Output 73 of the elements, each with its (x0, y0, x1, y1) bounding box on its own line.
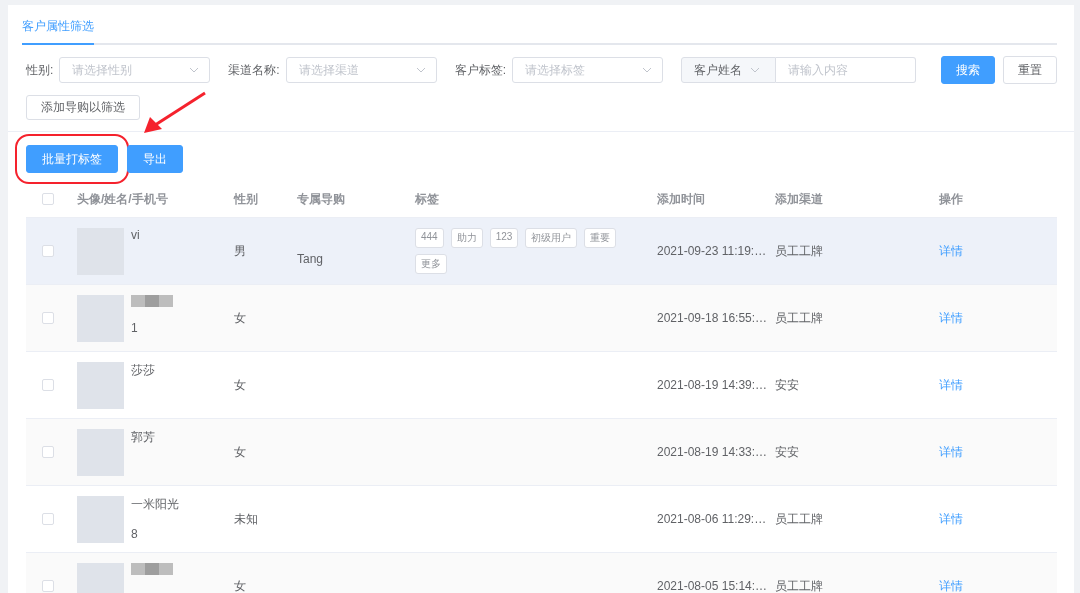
column-header: 操作 (939, 190, 964, 208)
row-checkbox[interactable] (42, 312, 54, 324)
customer-name: 一米阳光 (131, 495, 179, 513)
gender-cell-text: 女 (234, 309, 247, 327)
gender-cell-text: 未知 (234, 510, 259, 528)
avatar-photo-placeholder (77, 495, 124, 543)
field-select[interactable]: 客户姓名 (681, 57, 777, 83)
filter-tab[interactable]: 客户属性筛选 (22, 18, 94, 45)
column-header: 头像/姓名/手机号 (77, 190, 169, 208)
select-all-checkbox[interactable] (42, 193, 54, 205)
search-button[interactable]: 搜索 (941, 56, 995, 84)
customer-tag: 123 (489, 228, 519, 248)
gender-cell-text: 女 (234, 443, 247, 461)
avatar-photo-placeholder (77, 361, 124, 409)
search-input[interactable]: 请输入内容 (776, 57, 917, 83)
row-checkbox[interactable] (42, 513, 54, 525)
select-field[interactable]: 请选择标签 (512, 57, 664, 83)
chevron-down-icon (189, 67, 200, 73)
add-time-cell-text: 2021-08-05 15:14:… (657, 579, 769, 593)
details-link[interactable]: 详情 (939, 310, 963, 325)
customer-tag: 初级用户 (525, 228, 578, 248)
chevron-down-icon (750, 67, 761, 73)
chevron-down-icon (415, 67, 426, 73)
customer-name: 郭芳 (131, 428, 155, 446)
column-header: 标签 (415, 190, 440, 208)
row-checkbox[interactable] (42, 245, 54, 257)
column-header: 添加渠道 (775, 190, 824, 208)
guide-name: Tang (297, 252, 324, 266)
select-field[interactable]: 请选择渠道 (285, 57, 437, 83)
customer-phone: 8 (131, 526, 139, 541)
row-checkbox[interactable] (42, 379, 54, 391)
add-time-cell-text: 2021-08-06 11:29:… (657, 512, 768, 526)
details-link[interactable]: 详情 (939, 511, 963, 526)
chevron-down-icon (642, 67, 653, 73)
row-checkbox[interactable] (42, 580, 54, 592)
customer-name: 莎莎 (131, 361, 155, 379)
channel-cell-text: 安安 (775, 443, 800, 461)
reset-button[interactable]: 重置 (1003, 56, 1057, 84)
channel-cell-text: 安安 (775, 376, 800, 394)
column-header: 添加时间 (657, 190, 706, 208)
details-link[interactable]: 详情 (939, 444, 963, 459)
gender-cell-text: 女 (234, 376, 247, 394)
details-link[interactable]: 详情 (939, 377, 963, 392)
add-time-cell-text: 2021-09-23 11:19:… (657, 244, 768, 258)
channel-cell-text: 员工工牌 (775, 242, 824, 260)
column-header: 性别 (234, 190, 259, 208)
customer-tag: 重要 (584, 228, 617, 248)
customer-name: vi (131, 227, 140, 242)
channel-cell-text: 员工工牌 (775, 510, 824, 528)
channel-cell-text: 员工工牌 (775, 577, 824, 593)
filter-label: 性别: (26, 61, 54, 79)
channel-cell-text: 员工工牌 (775, 309, 824, 327)
add-guide-button[interactable]: 添加导购以筛选 (26, 95, 140, 120)
gender-cell-text: 男 (234, 242, 247, 260)
avatar-photo-placeholder (77, 294, 124, 342)
filter-label: 渠道名称: (228, 61, 280, 79)
avatar-photo-placeholder (77, 428, 124, 476)
customer-tag: 444 (415, 228, 444, 248)
row-checkbox[interactable] (42, 446, 54, 458)
gender-cell-text: 女 (234, 577, 247, 593)
annotation-arrow (142, 91, 208, 135)
column-header: 专属导购 (297, 190, 346, 208)
details-link[interactable]: 详情 (939, 578, 963, 593)
customer-tag: 助力 (450, 228, 483, 248)
details-link[interactable]: 详情 (939, 243, 963, 258)
more-tags-button[interactable]: 更多 (415, 254, 447, 274)
add-time-cell-text: 2021-08-19 14:39:… (657, 378, 769, 392)
add-time-cell-text: 2021-08-19 14:33:… (657, 445, 769, 459)
select-field[interactable]: 请选择性别 (59, 57, 211, 83)
action-button[interactable]: 导出 (127, 145, 183, 173)
add-time-cell-text: 2021-09-18 16:55:… (657, 311, 769, 325)
filter-label: 客户标签: (454, 61, 507, 79)
customer-phone: 1 (131, 320, 139, 335)
